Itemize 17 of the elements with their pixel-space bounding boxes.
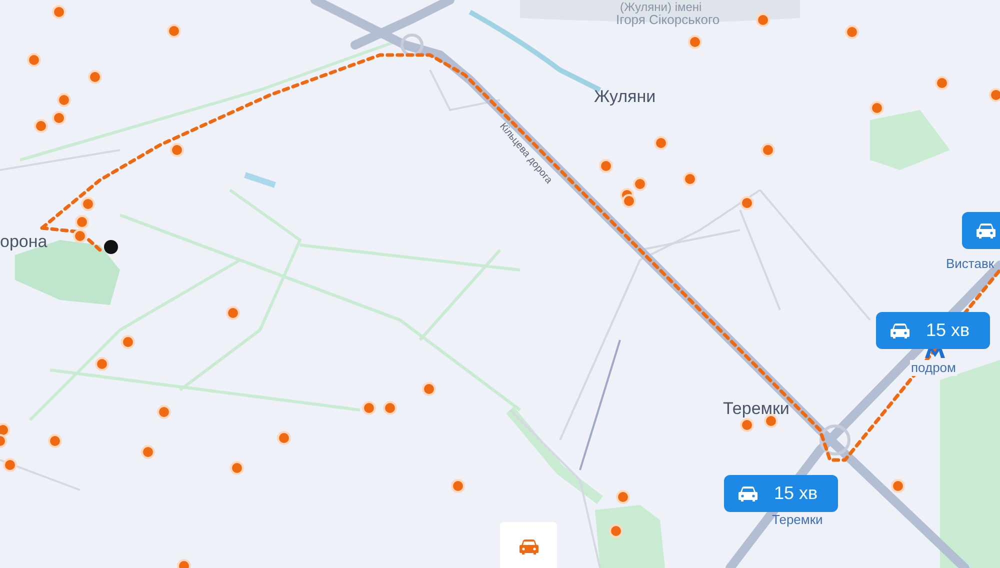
transport-mode-button[interactable] bbox=[500, 522, 557, 568]
place-label: (Жуляни) імені bbox=[620, 0, 702, 14]
car-icon bbox=[890, 322, 910, 338]
place-label: Жуляни bbox=[594, 86, 656, 108]
place-label: Теремки bbox=[723, 398, 790, 420]
car-icon bbox=[738, 486, 758, 502]
place-label: Виставк bbox=[946, 256, 994, 272]
route-time-badge[interactable]: 15 хв bbox=[724, 475, 838, 512]
travel-time: 15 хв bbox=[774, 482, 818, 505]
car-icon bbox=[518, 539, 538, 555]
route-time-badge[interactable]: 15 хв bbox=[876, 312, 990, 349]
place-label: Ігоря Сікорського bbox=[616, 12, 720, 28]
place-label: подром bbox=[910, 360, 957, 376]
travel-time: 15 хв bbox=[926, 319, 970, 342]
car-icon bbox=[976, 222, 996, 238]
place-label: Теремки bbox=[772, 512, 823, 528]
place-label: орона bbox=[0, 231, 48, 252]
